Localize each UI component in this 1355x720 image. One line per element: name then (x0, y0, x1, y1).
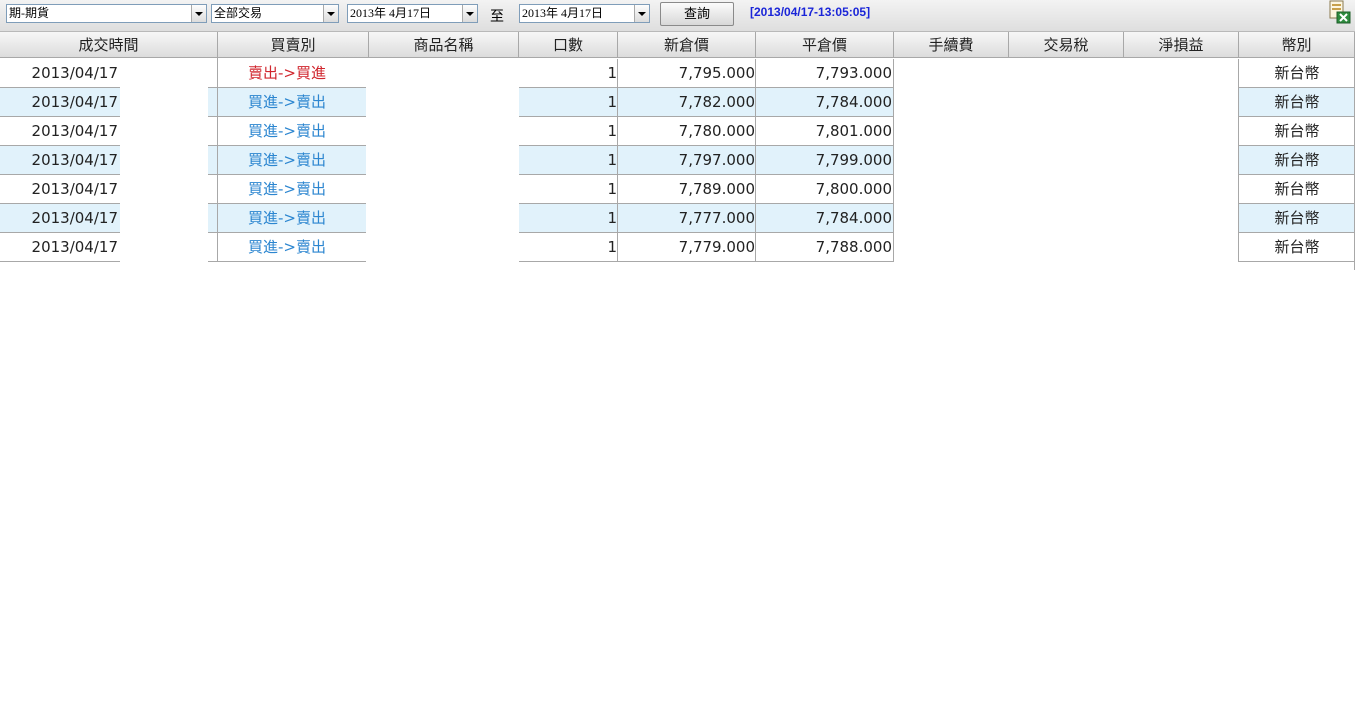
cell-close-price: 7,801.000 (755, 117, 894, 146)
column-header-product[interactable]: 商品名稱 (369, 32, 519, 58)
to-label: 至 (490, 9, 504, 25)
cell-direction: 買進->賣出 (208, 146, 366, 175)
cell-qty: 1 (519, 204, 618, 233)
cell-direction: 買進->賣出 (208, 175, 366, 204)
trade-type-value: 全部交易 (214, 6, 263, 20)
date-to-picker[interactable]: 2013年 4月17日 (519, 4, 650, 23)
table-row[interactable]: 2013/04/17 賣出->買進 1 7,795.000 7,793.000 … (0, 59, 1355, 88)
query-button[interactable]: 查詢 (660, 2, 734, 26)
cell-close-price: 7,784.000 (755, 204, 894, 233)
column-header-time[interactable]: 成交時間 (0, 32, 218, 58)
cell-currency: 新台幣 (1238, 88, 1355, 117)
cell-time: 2013/04/17 (0, 204, 120, 233)
cell-open-price: 7,782.000 (617, 88, 756, 117)
column-header-open-price[interactable]: 新倉價 (618, 32, 756, 58)
table-row[interactable]: 2013/04/17 買進->賣出 1 7,777.000 7,784.000 … (0, 204, 1355, 233)
table-row[interactable]: 2013/04/17 買進->賣出 1 7,789.000 7,800.000 … (0, 175, 1355, 204)
cell-close-price: 7,784.000 (755, 88, 894, 117)
cell-close-price: 7,788.000 (755, 233, 894, 262)
column-header-tax[interactable]: 交易稅 (1009, 32, 1124, 58)
excel-export-icon[interactable] (1327, 0, 1351, 24)
cell-close-price: 7,793.000 (755, 59, 894, 88)
chevron-down-icon[interactable] (323, 5, 338, 22)
chevron-down-icon[interactable] (462, 5, 477, 22)
date-from-picker[interactable]: 2013年 4月17日 (347, 4, 478, 23)
table-row[interactable]: 2013/04/17 買進->賣出 1 7,782.000 7,784.000 … (0, 88, 1355, 117)
table-row[interactable]: 2013/04/17 買進->賣出 1 7,797.000 7,799.000 … (0, 146, 1355, 175)
chevron-down-icon[interactable] (634, 5, 649, 22)
column-header-currency[interactable]: 幣別 (1239, 32, 1355, 58)
cell-direction: 買進->賣出 (208, 88, 366, 117)
column-header-close-price[interactable]: 平倉價 (756, 32, 894, 58)
account-select[interactable]: 期-期貨 (6, 4, 207, 23)
cell-currency: 新台幣 (1238, 204, 1355, 233)
column-divider (217, 58, 218, 262)
cell-qty: 1 (519, 88, 618, 117)
cell-open-price: 7,779.000 (617, 233, 756, 262)
cell-qty: 1 (519, 146, 618, 175)
cell-qty: 1 (519, 175, 618, 204)
table-row[interactable]: 2013/04/17 買進->賣出 1 7,779.000 7,788.000 … (0, 233, 1355, 262)
cell-qty: 1 (519, 117, 618, 146)
table-header: 成交時間 買賣別 商品名稱 口數 新倉價 平倉價 手續費 交易稅 淨損益 幣別 (0, 32, 1355, 58)
cell-close-price: 7,799.000 (755, 146, 894, 175)
cell-currency: 新台幣 (1238, 146, 1355, 175)
cell-close-price: 7,800.000 (755, 175, 894, 204)
cell-time: 2013/04/17 (0, 146, 120, 175)
cell-currency: 新台幣 (1238, 59, 1355, 88)
cell-direction: 買進->賣出 (208, 204, 366, 233)
cell-direction: 買進->賣出 (208, 233, 366, 262)
cell-currency: 新台幣 (1238, 117, 1355, 146)
column-header-direction[interactable]: 買賣別 (218, 32, 369, 58)
trade-type-select[interactable]: 全部交易 (211, 4, 339, 23)
cell-open-price: 7,789.000 (617, 175, 756, 204)
column-header-qty[interactable]: 口數 (519, 32, 618, 58)
toolbar: 期-期貨 全部交易 2013年 4月17日 至 2013年 4月17日 查詢 [… (0, 0, 1355, 32)
chevron-down-icon[interactable] (191, 5, 206, 22)
cell-currency: 新台幣 (1238, 233, 1355, 262)
cell-time: 2013/04/17 (0, 117, 120, 146)
column-header-fee[interactable]: 手續費 (894, 32, 1009, 58)
cell-open-price: 7,797.000 (617, 146, 756, 175)
cell-time: 2013/04/17 (0, 233, 120, 262)
cell-open-price: 7,795.000 (617, 59, 756, 88)
cell-time: 2013/04/17 (0, 175, 120, 204)
cell-open-price: 7,780.000 (617, 117, 756, 146)
cell-direction: 賣出->買進 (208, 59, 366, 88)
last-update-timestamp: [2013/04/17-13:05:05] (750, 5, 871, 19)
column-header-pnl[interactable]: 淨損益 (1124, 32, 1239, 58)
cell-qty: 1 (519, 59, 618, 88)
cell-open-price: 7,777.000 (617, 204, 756, 233)
date-from-value: 2013年 4月17日 (350, 6, 432, 20)
cell-time: 2013/04/17 (0, 59, 120, 88)
cell-currency: 新台幣 (1238, 175, 1355, 204)
cell-qty: 1 (519, 233, 618, 262)
cell-direction: 買進->賣出 (208, 117, 366, 146)
cell-time: 2013/04/17 (0, 88, 120, 117)
table-row[interactable]: 2013/04/17 買進->賣出 1 7,780.000 7,801.000 … (0, 117, 1355, 146)
account-select-value: 期-期貨 (9, 6, 49, 20)
date-to-value: 2013年 4月17日 (522, 6, 604, 20)
